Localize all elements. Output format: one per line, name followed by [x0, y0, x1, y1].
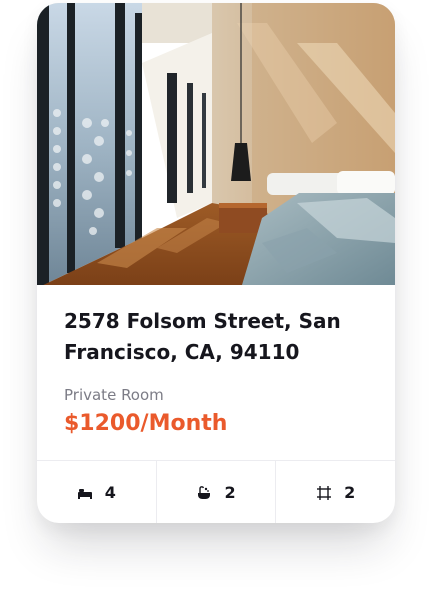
bathroom-count: 2 — [224, 483, 236, 502]
listing-photo — [37, 3, 395, 285]
bathtub-icon — [196, 485, 212, 501]
listing-address[interactable]: 2578 Folsom Street, San Francisco, CA, 9… — [64, 306, 374, 368]
listing-card[interactable]: 2578 Folsom Street, San Francisco, CA, 9… — [37, 3, 395, 523]
feature-area: 2 — [276, 461, 395, 523]
feature-bathrooms: 2 — [157, 461, 277, 523]
room-type-label: Private Room — [64, 386, 164, 404]
price-label: $1200/Month — [64, 411, 228, 436]
area-value: 2 — [344, 483, 356, 502]
area-icon — [316, 485, 332, 501]
feature-bedrooms: 4 — [37, 461, 157, 523]
bed-icon — [77, 485, 93, 501]
bedroom-count: 4 — [104, 483, 116, 502]
feature-bar: 4 2 2 — [37, 460, 395, 523]
